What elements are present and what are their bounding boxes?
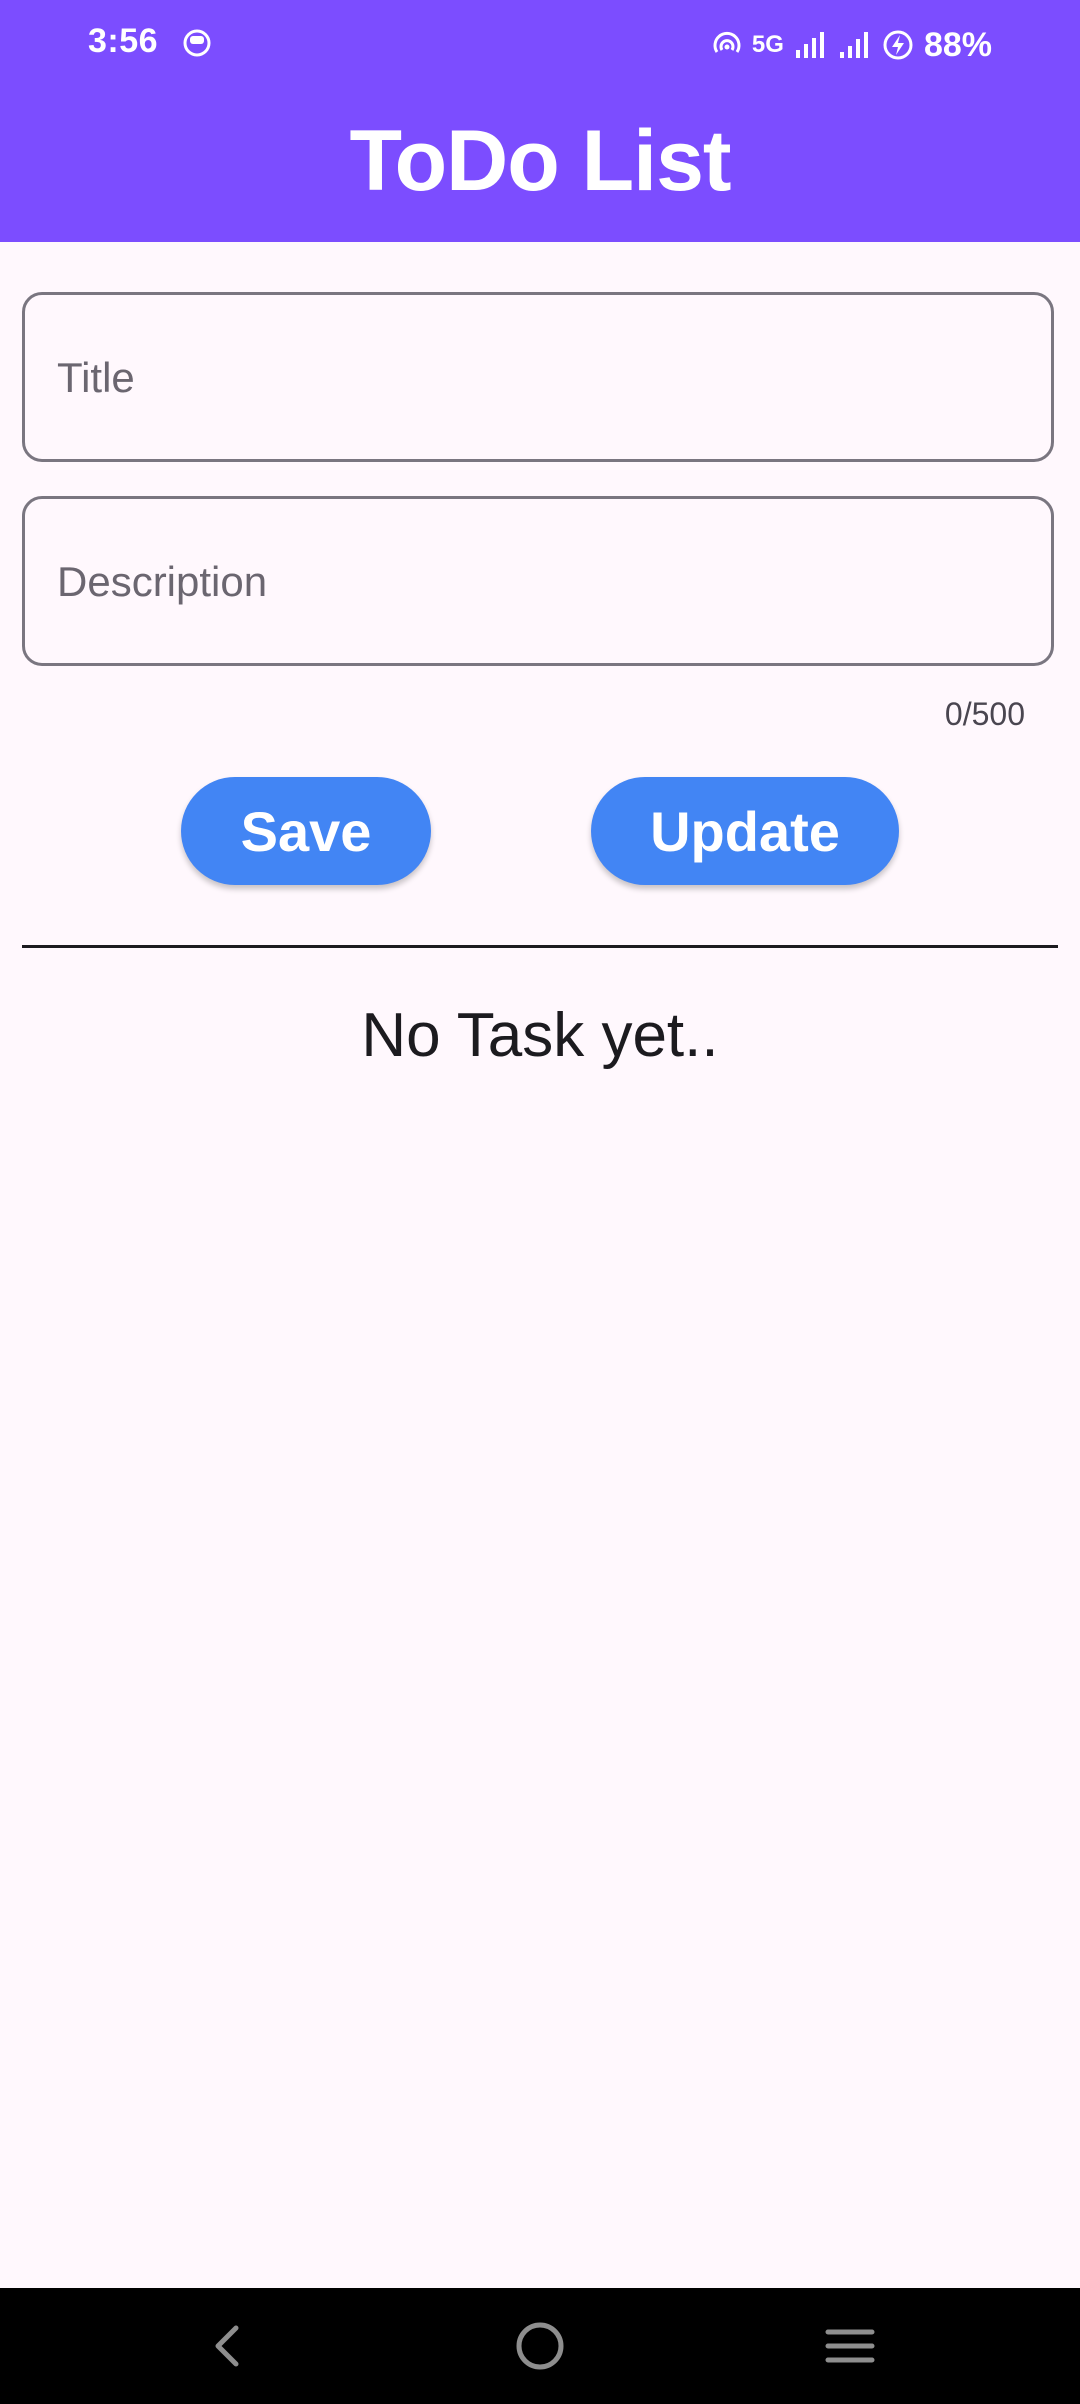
status-icons: 5G 88%	[712, 22, 992, 68]
home-circle-icon	[516, 2322, 564, 2370]
signal-strength-icon	[794, 30, 828, 60]
back-chevron-icon	[215, 2325, 239, 2367]
recents-button[interactable]	[820, 2316, 880, 2376]
description-field[interactable]	[22, 496, 1054, 666]
save-button[interactable]: Save	[181, 777, 431, 885]
system-navigation-bar	[0, 2288, 1080, 2404]
status-time: 3:56	[88, 22, 159, 60]
title-input[interactable]	[55, 295, 1019, 461]
divider	[22, 945, 1058, 948]
title-field[interactable]	[22, 292, 1054, 462]
signal-strength-secondary-icon	[838, 30, 872, 60]
app-header: 3:56 5G 88% ToDo List	[0, 0, 1080, 242]
home-button[interactable]	[510, 2316, 570, 2376]
app-title: ToDo List	[349, 113, 731, 209]
menu-lines-icon	[825, 2329, 875, 2363]
battery-level: 88%	[923, 25, 992, 64]
empty-task-message: No Task yet..	[361, 1001, 719, 1070]
back-button[interactable]	[198, 2316, 258, 2376]
status-bar: 3:56 5G 88%	[0, 0, 1080, 90]
description-char-counter: 0/500	[944, 696, 1025, 732]
update-button[interactable]: Update	[591, 777, 899, 885]
network-type-label: 5G	[751, 31, 784, 58]
hotspot-icon	[712, 30, 742, 60]
notification-app-icon	[182, 28, 212, 58]
battery-charging-icon	[882, 29, 914, 61]
description-input[interactable]	[55, 499, 1019, 665]
